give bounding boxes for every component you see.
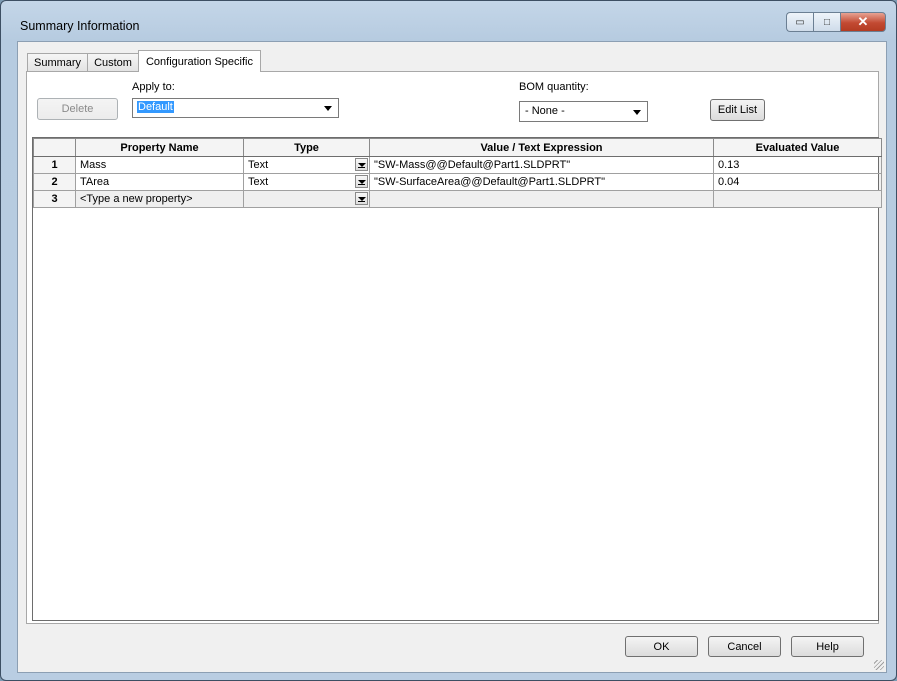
tab-custom[interactable]: Custom [87,53,139,72]
close-button[interactable]: ✕ [840,12,886,32]
configuration-specific-panel: Delete Apply to: Default BOM quantity: -… [26,71,882,624]
bom-quantity-dropdown[interactable]: - None - [519,101,648,122]
column-header-evaluated-value: Evaluated Value [713,138,882,157]
tab-summary[interactable]: Summary [27,53,89,72]
column-header-row-number [33,138,76,157]
delete-button[interactable]: Delete [37,98,118,120]
value-cell[interactable]: "SW-Mass@@Default@Part1.SLDPRT" [369,156,714,174]
minimize-button[interactable]: ▭ [786,12,813,32]
window-title: Summary Information [20,19,140,33]
new-property-row: 3 <Type a new property> [33,190,882,208]
help-button[interactable]: Help [791,636,864,657]
property-name-cell[interactable]: TArea [75,173,244,191]
bom-quantity-value: - None - [525,105,565,117]
row-number[interactable]: 3 [33,190,76,208]
chevron-down-icon [324,106,332,111]
column-header-property-name: Property Name [75,138,244,157]
apply-to-value: Default [137,101,174,113]
maximize-button[interactable]: □ [813,12,840,32]
caption-buttons: ▭ □ ✕ [786,12,886,32]
column-header-type: Type [243,138,370,157]
bom-quantity-label: BOM quantity: [519,81,589,93]
properties-table: Property Name Type Value / Text Expressi… [33,138,882,208]
edit-list-button[interactable]: Edit List [710,99,765,121]
apply-to-dropdown[interactable]: Default [132,98,339,118]
tab-configuration-specific[interactable]: Configuration Specific [137,50,261,72]
tab-strip: Summary Custom Configuration Specific [27,50,261,72]
dropdown-arrow-icon[interactable] [355,158,368,171]
table-row: 1 Mass Text "SW-Mass@@Default@Part1.SLDP… [33,156,882,174]
type-value: Text [248,176,269,188]
type-cell[interactable] [243,190,370,208]
chevron-down-icon [633,109,641,115]
column-header-value-text-expression: Value / Text Expression [369,138,714,157]
evaluated-value-cell [713,190,882,208]
evaluated-value-cell: 0.13 [713,156,882,174]
type-cell[interactable]: Text [243,156,370,174]
dropdown-arrow-icon[interactable] [355,192,368,205]
dropdown-arrow-icon[interactable] [355,175,368,188]
table-header-row: Property Name Type Value / Text Expressi… [33,138,882,157]
resize-grip-icon[interactable] [874,660,884,670]
new-property-name-cell[interactable]: <Type a new property> [75,190,244,208]
cancel-button[interactable]: Cancel [708,636,781,657]
apply-to-label: Apply to: [132,81,175,93]
properties-grid: Property Name Type Value / Text Expressi… [32,137,882,621]
value-cell[interactable] [369,190,714,208]
table-row: 2 TArea Text "SW-SurfaceArea@@Default@Pa… [33,173,882,191]
type-value: Text [248,159,269,171]
value-cell[interactable]: "SW-SurfaceArea@@Default@Part1.SLDPRT" [369,173,714,191]
row-number[interactable]: 2 [33,173,76,191]
dialog-client-area: Summary Custom Configuration Specific De… [17,41,887,673]
evaluated-value-cell: 0.04 [713,173,882,191]
type-cell[interactable]: Text [243,173,370,191]
ok-button[interactable]: OK [625,636,698,657]
summary-information-dialog: Summary Information ▭ □ ✕ Summary Custom… [0,0,897,681]
row-number[interactable]: 1 [33,156,76,174]
property-name-cell[interactable]: Mass [75,156,244,174]
